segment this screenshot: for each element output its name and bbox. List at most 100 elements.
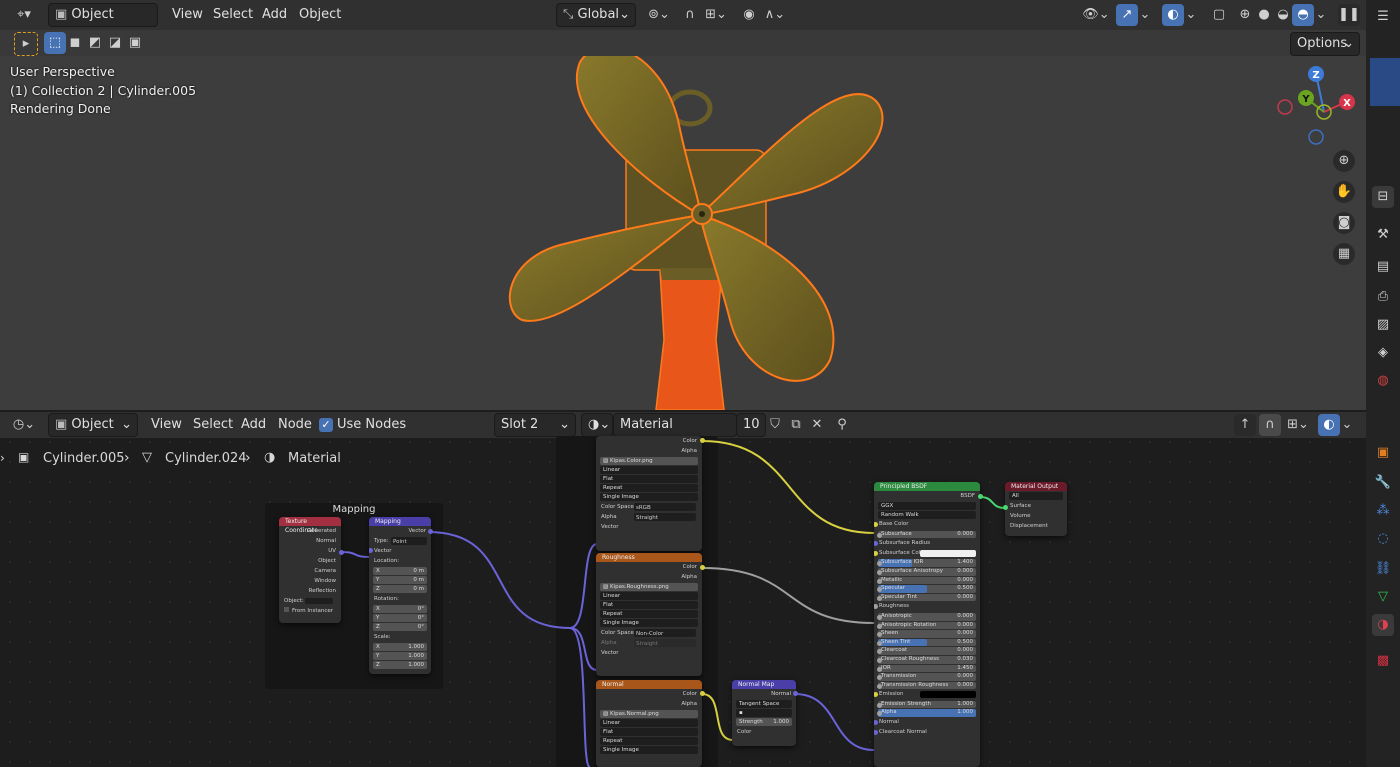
image-file-field[interactable]: ▧ Kipas.Color.png xyxy=(600,457,698,465)
rotation-y-field[interactable]: Y 0° xyxy=(373,614,427,622)
socket[interactable] xyxy=(369,548,373,553)
world-tab-icon[interactable]: ◍ xyxy=(1372,370,1394,392)
setting-dropdown[interactable]: Repeat xyxy=(600,737,698,745)
modifier-tab-icon[interactable]: 🔧 xyxy=(1372,472,1394,494)
surface-input-socket[interactable] xyxy=(1003,505,1008,510)
setting-dropdown[interactable]: Linear xyxy=(600,466,698,474)
input-socket[interactable] xyxy=(877,675,882,681)
bsdf-input-specular-tint[interactable]: Specular Tint 0.000 xyxy=(877,593,976,602)
input-socket[interactable] xyxy=(877,614,882,620)
type-dropdown[interactable]: Point xyxy=(391,537,427,545)
scene-tab-icon[interactable]: ◈ xyxy=(1372,342,1394,364)
tool-tab-icon[interactable]: ⊟ xyxy=(1372,186,1394,208)
scale-x-field[interactable]: X 1.000 xyxy=(373,643,427,651)
emission-color-swatch[interactable] xyxy=(920,691,976,699)
space-dropdown[interactable]: Tangent Space xyxy=(736,700,792,708)
bsdf-input-metallic[interactable]: Metallic 0.000 xyxy=(877,576,976,585)
subsurface-color-swatch[interactable] xyxy=(920,549,976,557)
setting-dropdown[interactable]: Single Image xyxy=(600,619,698,627)
input-socket[interactable] xyxy=(877,649,882,655)
bsdf-input-emission-strength[interactable]: Emission Strength 1.000 xyxy=(877,700,976,709)
normal-output-socket[interactable] xyxy=(793,691,798,696)
subsurface-method-dropdown[interactable]: Random Walk xyxy=(878,511,976,519)
input-socket[interactable] xyxy=(877,578,882,584)
setting-dropdown[interactable]: Linear xyxy=(600,719,698,727)
vector-output-socket[interactable] xyxy=(428,529,433,534)
input-socket[interactable] xyxy=(874,541,878,547)
bsdf-input-clearcoat[interactable]: Clearcoat 0.000 xyxy=(877,647,976,655)
render-tab-icon[interactable]: ▤ xyxy=(1372,256,1394,278)
input-socket[interactable] xyxy=(877,702,882,708)
input-socket[interactable] xyxy=(874,720,878,726)
rotation-z-field[interactable]: Z 0° xyxy=(373,623,427,631)
image-file-field[interactable]: ▧ Kipas.Normal.png xyxy=(600,710,698,718)
scale-z-field[interactable]: Z 1.000 xyxy=(373,661,427,669)
color-output-socket[interactable] xyxy=(700,438,705,443)
normal-map-node[interactable]: Normal Map Normal Tangent Space ▪ Streng… xyxy=(732,680,796,746)
input-socket[interactable] xyxy=(877,595,882,601)
target-dropdown[interactable]: All xyxy=(1009,492,1063,500)
input-socket[interactable] xyxy=(877,532,882,538)
checkbox[interactable] xyxy=(284,607,289,612)
input-socket[interactable] xyxy=(877,657,882,663)
texture-tab-icon[interactable]: ▩ xyxy=(1372,650,1394,672)
bsdf-input-transmission[interactable]: Transmission 0.000 xyxy=(877,673,976,681)
setting-dropdown[interactable]: Flat xyxy=(600,728,698,736)
alpha-dropdown[interactable]: Straight xyxy=(634,513,696,521)
color-output-socket[interactable] xyxy=(700,565,705,570)
input-socket[interactable] xyxy=(877,569,882,575)
from-instancer-row[interactable]: From Instancer xyxy=(279,606,341,616)
input-socket[interactable] xyxy=(874,550,878,556)
location-y-field[interactable]: Y 0 m xyxy=(373,576,427,584)
setting-dropdown[interactable]: Repeat xyxy=(600,484,698,492)
texture-coordinate-node[interactable]: Texture Coordinate Generated Normal UV Obje… xyxy=(279,517,341,623)
setting-dropdown[interactable]: Single Image xyxy=(600,493,698,501)
uv-map-field[interactable]: ▪ xyxy=(736,709,792,717)
image-texture-normal-node[interactable]: Normal Color Alpha ▧ Kipas.Normal.png Li… xyxy=(596,680,702,767)
setting-dropdown[interactable]: Single Image xyxy=(600,746,698,754)
bsdf-input-subsurface-ior[interactable]: Subsurface IOR 1.400 xyxy=(877,559,976,567)
object-field[interactable] xyxy=(305,598,333,604)
input-socket[interactable] xyxy=(874,522,878,527)
outliner-icon[interactable]: ☰ xyxy=(1372,6,1394,28)
bsdf-input-anisotropic[interactable]: Anisotropic 0.000 xyxy=(877,612,976,621)
input-socket[interactable] xyxy=(877,632,882,638)
bsdf-input-subsurface-anisotropy[interactable]: Subsurface Anisotropy 0.000 xyxy=(877,567,976,576)
bsdf-input-transmission-roughness[interactable]: Transmission Roughness 0.000 xyxy=(877,681,976,690)
constraints-tab-icon[interactable]: ⛓ xyxy=(1372,558,1394,580)
output-tab-icon[interactable]: ⎙ xyxy=(1372,286,1394,308)
wrench-settings-icon[interactable]: ⚒ xyxy=(1372,224,1394,246)
image-file-field[interactable]: ▧ Kipas.Roughness.png xyxy=(600,583,698,591)
distribution-dropdown[interactable]: GGX xyxy=(878,502,976,510)
principled-bsdf-node[interactable]: Principled BSDF BSDF GGX Random Walk Bas… xyxy=(874,482,980,767)
input-socket[interactable] xyxy=(874,729,878,735)
bsdf-input-anisotropic-rotation[interactable]: Anisotropic Rotation 0.000 xyxy=(877,621,976,630)
location-z-field[interactable]: Z 0 m xyxy=(373,585,427,593)
setting-dropdown[interactable]: Repeat xyxy=(600,610,698,618)
bsdf-input-clearcoat-roughness[interactable]: Clearcoat Roughness 0.030 xyxy=(877,655,976,664)
input-socket[interactable] xyxy=(877,683,882,689)
strength-field[interactable]: Strength 1.000 xyxy=(736,718,792,726)
color-output-socket[interactable] xyxy=(700,691,705,696)
bsdf-input-sheen-tint[interactable]: Sheen Tint 0.500 xyxy=(877,638,976,647)
input-socket[interactable] xyxy=(877,640,882,646)
scale-y-field[interactable]: Y 1.000 xyxy=(373,652,427,660)
mapping-node[interactable]: Mapping Vector Type: Point Vector Locati… xyxy=(369,517,431,674)
setting-dropdown[interactable]: Flat xyxy=(600,601,698,609)
view-layer-tab-icon[interactable]: ▨ xyxy=(1372,314,1394,336)
object-tab-icon[interactable]: ▣ xyxy=(1372,442,1394,464)
color-space-dropdown[interactable]: sRGB xyxy=(634,503,696,511)
material-tab-icon[interactable]: ◑ xyxy=(1372,614,1394,636)
location-x-field[interactable]: X 0 m xyxy=(373,567,427,575)
rotation-x-field[interactable]: X 0° xyxy=(373,605,427,613)
mesh-data-tab-icon[interactable]: ▽ xyxy=(1372,586,1394,608)
input-socket[interactable] xyxy=(874,604,878,610)
bsdf-input-sheen[interactable]: Sheen 0.000 xyxy=(877,630,976,638)
uv-output-socket[interactable] xyxy=(339,550,344,555)
color-space-dropdown[interactable]: Non-Color xyxy=(634,629,696,637)
input-socket[interactable] xyxy=(877,666,882,672)
image-texture-color-node[interactable]: Color Alpha ▧ Kipas.Color.png Linear Flat… xyxy=(596,436,702,551)
input-socket[interactable] xyxy=(877,623,882,629)
bsdf-input-specular[interactable]: Specular 0.500 xyxy=(877,585,976,593)
input-socket[interactable] xyxy=(874,692,878,698)
